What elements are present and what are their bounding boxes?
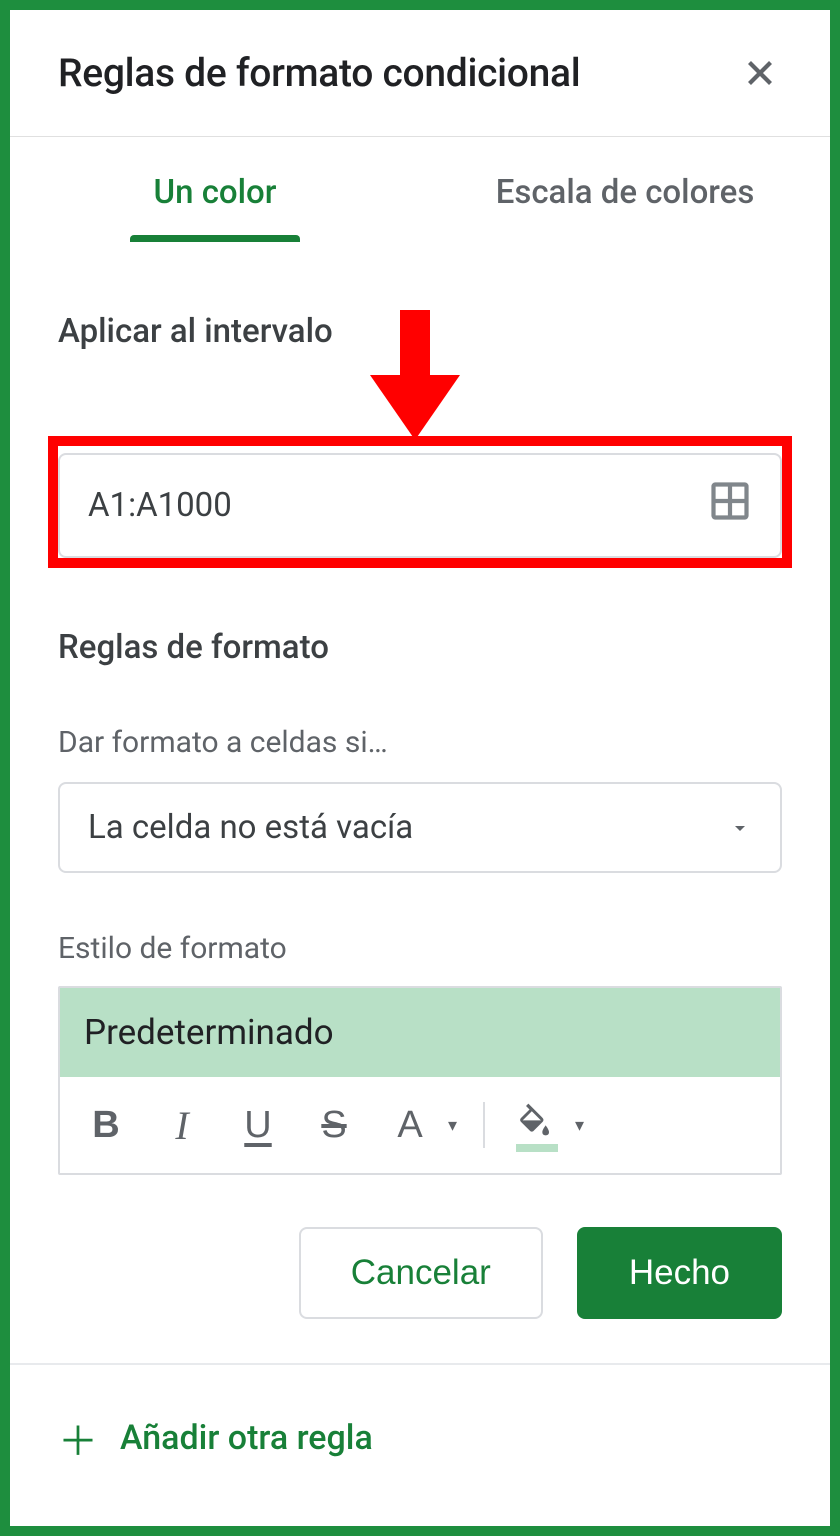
range-value: A1:A1000 — [88, 486, 232, 525]
tab-color-scale[interactable]: Escala de colores — [420, 137, 830, 242]
toolbar-separator — [483, 1102, 485, 1148]
text-color-button[interactable]: A — [378, 1095, 442, 1155]
italic-button[interactable]: I — [150, 1095, 214, 1155]
panel-header: Reglas de formato condicional — [10, 10, 830, 137]
format-rules-heading: Reglas de formato — [58, 628, 782, 667]
tabs: Un color Escala de colores — [10, 137, 830, 242]
action-buttons: Cancelar Hecho — [10, 1175, 830, 1363]
plus-icon: ＋ — [58, 1409, 98, 1467]
bold-button[interactable]: B — [74, 1095, 138, 1155]
add-rule-button[interactable]: ＋ Añadir otra regla — [10, 1365, 830, 1511]
style-preset-dropdown[interactable]: Predeterminado — [60, 988, 780, 1077]
condition-dropdown[interactable]: La celda no está vacía — [58, 782, 782, 873]
cancel-button[interactable]: Cancelar — [299, 1227, 543, 1319]
strikethrough-button[interactable]: S — [302, 1095, 366, 1155]
condition-value: La celda no está vacía — [88, 808, 413, 847]
close-icon — [742, 55, 778, 91]
caret-down-icon — [728, 816, 752, 840]
style-label: Estilo de formato — [58, 931, 782, 966]
caret-down-icon: ▾ — [575, 1115, 584, 1136]
add-rule-label: Añadir otra regla — [120, 1418, 373, 1458]
condition-label: Dar formato a celdas si… — [58, 725, 782, 760]
paint-bucket-icon — [514, 1102, 554, 1142]
panel-title: Reglas de formato condicional — [58, 50, 580, 96]
style-block: Predeterminado B I U S A ▾ ▾ — [58, 986, 782, 1175]
caret-down-icon: ▾ — [448, 1115, 457, 1136]
close-button[interactable] — [738, 51, 782, 95]
done-button[interactable]: Hecho — [577, 1227, 782, 1319]
apply-range-label: Aplicar al intervalo — [58, 312, 782, 351]
range-input[interactable]: A1:A1000 — [58, 453, 782, 558]
fill-color-swatch — [516, 1144, 558, 1152]
underline-button[interactable]: U — [226, 1095, 290, 1155]
select-range-button[interactable] — [708, 479, 752, 532]
grid-icon — [708, 479, 752, 523]
tab-single-color[interactable]: Un color — [10, 137, 420, 242]
fill-color-button[interactable] — [505, 1095, 569, 1155]
format-toolbar: B I U S A ▾ ▾ — [60, 1077, 780, 1173]
